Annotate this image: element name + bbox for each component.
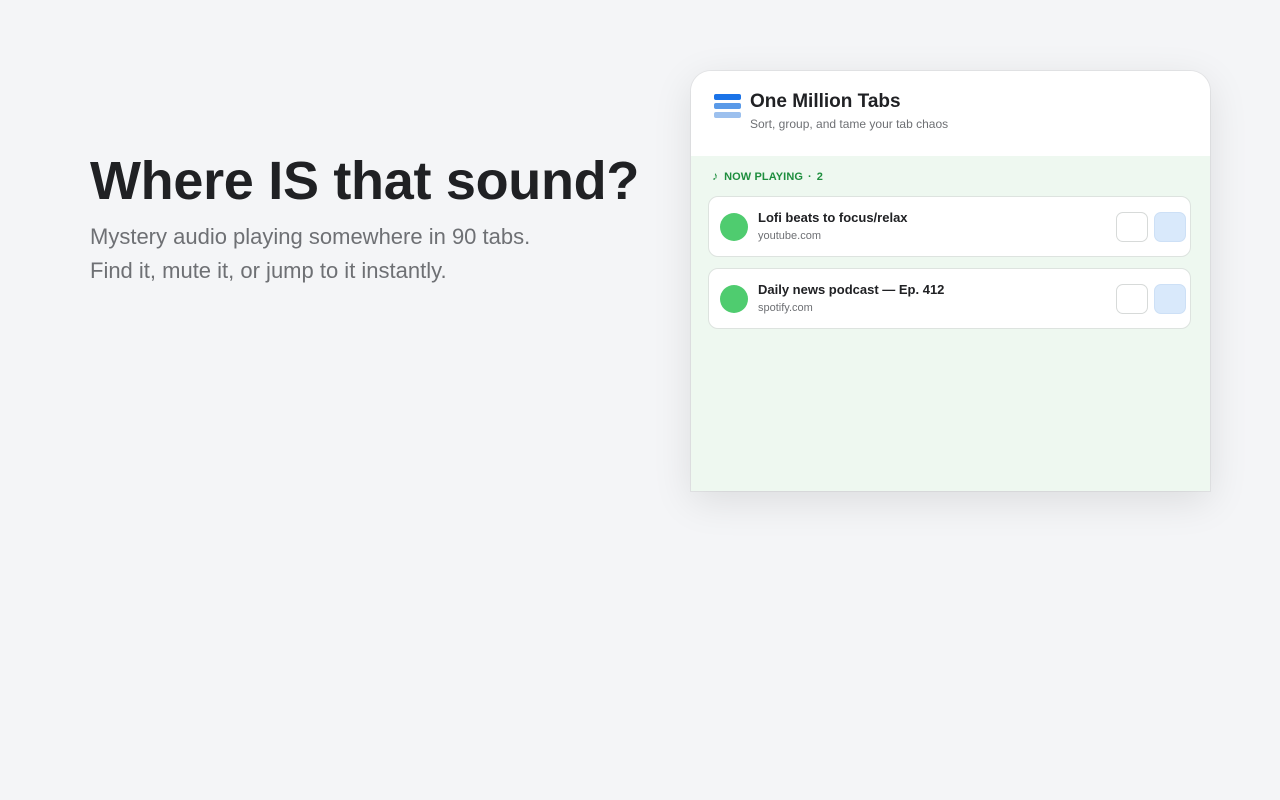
label-separator: · bbox=[808, 171, 812, 183]
jump-to-tab-button[interactable] bbox=[1154, 284, 1186, 314]
extension-popup: One Million Tabs Sort, group, and tame y… bbox=[691, 71, 1210, 491]
tab-title: Daily news podcast — Ep. 412 bbox=[758, 282, 945, 297]
tab-title: Lofi beats to focus/relax bbox=[758, 210, 908, 225]
audio-tab-item[interactable]: Lofi beats to focus/relax youtube.com bbox=[708, 196, 1191, 257]
tab-domain: spotify.com bbox=[758, 302, 813, 314]
tab-domain: youtube.com bbox=[758, 230, 821, 242]
music-note-icon: ♪ bbox=[712, 169, 719, 183]
hero-subtitle-line-2: Find it, mute it, or jump to it instantl… bbox=[90, 258, 447, 283]
now-playing-section: ♪ NOW PLAYING · 2 Lofi beats to focus/relax… bbox=[691, 156, 1210, 491]
hero-headline: Where IS that sound? bbox=[90, 151, 640, 211]
hero-subtitle-line-1: Mystery audio playing somewhere in 90 ta… bbox=[90, 224, 531, 249]
popup-header: One Million Tabs Sort, group, and tame y… bbox=[691, 71, 1210, 156]
now-playing-label: NOW PLAYING bbox=[724, 171, 804, 183]
mute-button[interactable] bbox=[1116, 284, 1148, 314]
jump-to-tab-button[interactable] bbox=[1154, 212, 1186, 242]
mute-button[interactable] bbox=[1116, 212, 1148, 242]
hero-section: Where IS that sound? Mystery audio playi… bbox=[90, 150, 650, 288]
stacked-tabs-icon bbox=[714, 94, 741, 120]
hero-subtitle: Mystery audio playing somewhere in 90 ta… bbox=[90, 220, 650, 288]
tab-favicon bbox=[720, 285, 748, 313]
now-playing-count: 2 bbox=[816, 171, 824, 183]
app-title: One Million Tabs bbox=[750, 91, 901, 112]
now-playing-header: ♪ NOW PLAYING · 2 bbox=[712, 169, 823, 183]
audio-tab-item[interactable]: Daily news podcast — Ep. 412 spotify.com bbox=[708, 268, 1191, 329]
app-tagline: Sort, group, and tame your tab chaos bbox=[750, 117, 949, 131]
tab-favicon bbox=[720, 213, 748, 241]
